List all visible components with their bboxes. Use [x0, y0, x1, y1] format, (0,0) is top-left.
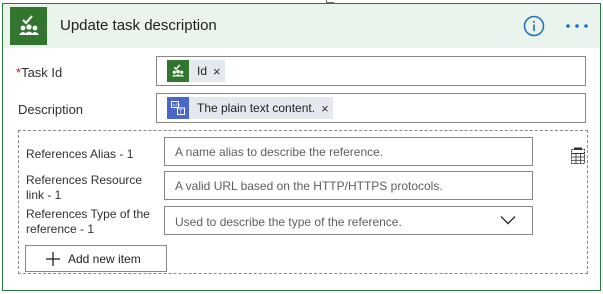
description-token[interactable]: </> T The plain text content. × [167, 97, 333, 119]
references-resource-link-label-line2: link - 1 [26, 188, 62, 202]
references-type-label-line1: References Type of the [26, 207, 150, 221]
table-icon[interactable] [570, 147, 586, 165]
references-alias-label: References Alias - 1 [26, 147, 134, 161]
svg-text:</>: </> [172, 102, 180, 107]
description-field[interactable]: </> T The plain text content. × [156, 93, 586, 123]
chevron-down-icon [500, 216, 516, 225]
description-token-label: The plain text content. [197, 101, 316, 115]
task-id-field[interactable]: Id × [156, 56, 586, 86]
references-type-placeholder: Used to describe the type of the referen… [175, 215, 402, 229]
info-icon [523, 15, 545, 37]
references-resource-link-input[interactable] [164, 171, 533, 200]
task-id-token[interactable]: Id × [167, 60, 225, 82]
card-title: Update task description [60, 17, 217, 34]
add-new-item-label: Add new item [68, 251, 141, 266]
planner-icon [10, 7, 47, 45]
remove-token-button[interactable]: × [213, 64, 221, 79]
description-label: Description [18, 102, 84, 117]
task-id-label: *Task Id [16, 65, 62, 80]
references-type-label: References Type of the reference - 1 [26, 207, 150, 237]
html-to-text-icon: </> T [167, 97, 189, 119]
remove-token-button[interactable]: × [321, 101, 329, 116]
references-alias-input[interactable] [164, 137, 533, 166]
planner-icon [167, 60, 189, 82]
info-button[interactable] [523, 15, 545, 37]
more-options-button[interactable] [564, 17, 590, 35]
references-resource-link-label-line1: References Resource [26, 173, 143, 187]
task-id-label-text: Task Id [21, 65, 63, 80]
plus-icon [46, 251, 60, 266]
more-options-icon [566, 24, 588, 28]
action-card: Update task description *Task Id Id × De… [2, 3, 601, 291]
references-type-select[interactable]: Used to describe the type of the referen… [164, 206, 533, 235]
task-id-token-label: Id [197, 64, 208, 78]
references-resource-link-label: References Resource link - 1 [26, 173, 142, 203]
references-type-label-line2: reference - 1 [26, 222, 95, 236]
card-header[interactable]: Update task description [3, 4, 600, 48]
references-array-group: References Alias - 1 References Resource… [18, 130, 588, 274]
add-new-item-button[interactable]: Add new item [25, 245, 167, 272]
